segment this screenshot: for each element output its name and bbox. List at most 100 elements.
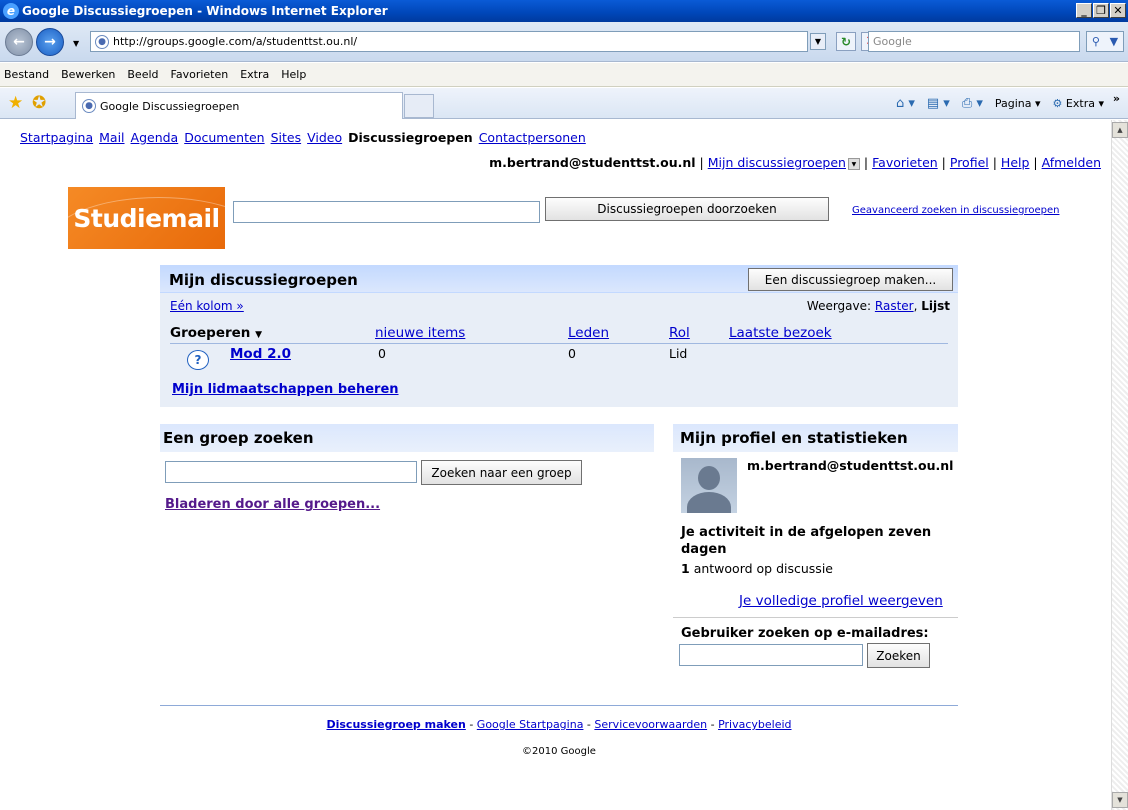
- col-role[interactable]: Rol: [669, 325, 690, 341]
- page-favicon-icon: ●: [95, 34, 109, 49]
- menu-help[interactable]: Help: [281, 68, 306, 81]
- col-members[interactable]: Leden: [568, 325, 609, 341]
- tab-title: Google Discussiegroepen: [100, 99, 240, 113]
- google-bar: Startpagina Mail Agenda Documenten Sites…: [20, 130, 586, 145]
- scroll-down-icon[interactable]: ▼: [1112, 792, 1128, 808]
- profile-link[interactable]: Profiel: [950, 155, 989, 170]
- logo-text: Studiemail: [73, 203, 220, 233]
- one-column-link[interactable]: Eén kolom »: [170, 299, 244, 313]
- add-favorite-icon[interactable]: ✪: [32, 93, 46, 113]
- magnifier-icon: ⚲: [1091, 35, 1100, 48]
- refresh-icon[interactable]: ↻: [836, 32, 856, 51]
- window-title: Google Discussiegroepen - Windows Intern…: [22, 4, 388, 18]
- col-new-items[interactable]: nieuwe items: [375, 325, 465, 341]
- forward-button[interactable]: →: [36, 28, 64, 56]
- gbar-startpagina[interactable]: Startpagina: [20, 130, 93, 145]
- home-icon[interactable]: ⌂ ▾: [896, 96, 915, 111]
- avatar-head-shape: [698, 466, 720, 490]
- footer-links: Discussiegroep maken - Google Startpagin…: [326, 718, 792, 731]
- avatar-body-shape: [687, 492, 731, 513]
- find-group-button[interactable]: Zoeken naar een groep: [421, 460, 582, 485]
- browser-search-input[interactable]: Google: [868, 31, 1080, 52]
- col-group-label: Groeperen: [170, 325, 251, 341]
- group-name-link[interactable]: Mod 2.0: [230, 346, 291, 362]
- ie-logo-icon: e: [3, 3, 19, 19]
- gbar-sites[interactable]: Sites: [271, 130, 302, 145]
- print-icon[interactable]: ⎙ ▾: [962, 96, 983, 111]
- feeds-icon[interactable]: ▤ ▾: [927, 96, 950, 111]
- footer-divider: [160, 705, 958, 706]
- answers-count: 1: [681, 561, 690, 576]
- chevron-right-icon[interactable]: »: [1113, 92, 1120, 105]
- scroll-up-icon[interactable]: ▲: [1112, 122, 1128, 138]
- vertical-scrollbar[interactable]: ▲ ▼: [1111, 120, 1128, 810]
- minimize-button[interactable]: _: [1076, 3, 1092, 18]
- menu-tools[interactable]: Extra: [240, 68, 269, 81]
- signout-link[interactable]: Afmelden: [1042, 155, 1101, 170]
- studiemail-logo[interactable]: Studiemail: [68, 187, 225, 249]
- header-divider: [170, 343, 948, 344]
- gear-icon: ⚙: [1052, 97, 1063, 110]
- view-list-current: Lijst: [921, 299, 950, 313]
- avatar[interactable]: [681, 458, 737, 513]
- menu-favorites[interactable]: Favorieten: [171, 68, 229, 81]
- page-menu-label: Pagina: [994, 97, 1032, 110]
- browser-search-button[interactable]: ⚲ ▼: [1086, 31, 1124, 52]
- maximize-button[interactable]: ❐: [1093, 3, 1109, 18]
- page-menu[interactable]: Pagina ▾: [995, 97, 1041, 110]
- activity-heading: Je activiteit in de afgelopen zeven dage…: [681, 525, 932, 557]
- my-groups-link[interactable]: Mijn discussiegroepen: [708, 155, 846, 170]
- group-members: 0: [568, 346, 576, 361]
- gbar-video[interactable]: Video: [307, 130, 342, 145]
- search-groups-button[interactable]: Discussiegroepen doorzoeken: [545, 197, 829, 221]
- discussion-group-icon: ?: [187, 350, 209, 370]
- back-button[interactable]: ←: [5, 28, 33, 56]
- new-tab-button[interactable]: [404, 94, 434, 118]
- footer-make-group[interactable]: Discussiegroep maken: [326, 718, 465, 731]
- view-grid-link[interactable]: Raster: [875, 299, 914, 313]
- advanced-search-link[interactable]: Geavanceerd zoeken in discussiegroepen: [852, 205, 1059, 216]
- history-dropdown-icon[interactable]: ▼: [73, 39, 79, 48]
- browse-groups-link[interactable]: Bladeren door alle groepen...: [165, 497, 380, 512]
- address-field[interactable]: ● http://groups.google.com/a/studenttst.…: [90, 31, 808, 52]
- email-search-label: Gebruiker zoeken op e-mailadres:: [681, 626, 929, 641]
- address-dropdown-icon[interactable]: ▼: [810, 33, 826, 50]
- full-profile-link[interactable]: Je volledige profiel weergeven: [739, 593, 943, 609]
- tools-menu-label: Extra: [1065, 97, 1095, 110]
- groups-search-input[interactable]: [233, 201, 540, 223]
- email-search-button[interactable]: Zoeken: [867, 643, 930, 668]
- gbar-documenten[interactable]: Documenten: [184, 130, 264, 145]
- help-link[interactable]: Help: [1001, 155, 1030, 170]
- footer-privacy[interactable]: Privacybeleid: [718, 718, 791, 731]
- answers-text: antwoord op discussie: [693, 561, 833, 576]
- menu-file[interactable]: Bestand: [4, 68, 49, 81]
- group-new-items: 0: [378, 346, 386, 361]
- favorites-link[interactable]: Favorieten: [872, 155, 938, 170]
- view-switcher: Weergave: Raster, Lijst: [806, 299, 950, 313]
- footer-home[interactable]: Google Startpagina: [477, 718, 584, 731]
- col-last-visit[interactable]: Laatste bezoek: [729, 325, 832, 341]
- gbar-contacts[interactable]: Contactpersonen: [479, 130, 586, 145]
- favorites-star-icon[interactable]: ★: [8, 93, 23, 113]
- gbar-mail[interactable]: Mail: [99, 130, 124, 145]
- close-button[interactable]: ✕: [1110, 3, 1126, 18]
- menu-edit[interactable]: Bewerken: [61, 68, 115, 81]
- sort-down-icon: ▼: [255, 330, 263, 340]
- gbar-agenda[interactable]: Agenda: [131, 130, 179, 145]
- search-options-icon: ▼: [1109, 35, 1119, 48]
- tab-favicon-icon: ●: [82, 99, 96, 113]
- tab-active[interactable]: ● Google Discussiegroepen: [75, 92, 403, 119]
- menu-view[interactable]: Beeld: [127, 68, 158, 81]
- dropdown-icon[interactable]: ▼: [847, 157, 860, 170]
- find-group-header: Een groep zoeken: [160, 424, 654, 452]
- find-group-input[interactable]: [165, 461, 417, 483]
- make-group-button[interactable]: Een discussiegroep maken...: [748, 268, 953, 291]
- col-group-sort[interactable]: Groeperen ▼: [170, 325, 262, 341]
- email-search-input[interactable]: [679, 644, 863, 666]
- group-role: Lid: [669, 346, 688, 361]
- tools-menu[interactable]: ⚙ Extra ▾: [1053, 97, 1104, 110]
- footer-terms[interactable]: Servicevoorwaarden: [594, 718, 707, 731]
- manage-memberships-link[interactable]: Mijn lidmaatschappen beheren: [172, 382, 399, 397]
- profile-title: Mijn profiel en statistieken: [680, 429, 908, 447]
- find-group-title: Een groep zoeken: [163, 429, 314, 447]
